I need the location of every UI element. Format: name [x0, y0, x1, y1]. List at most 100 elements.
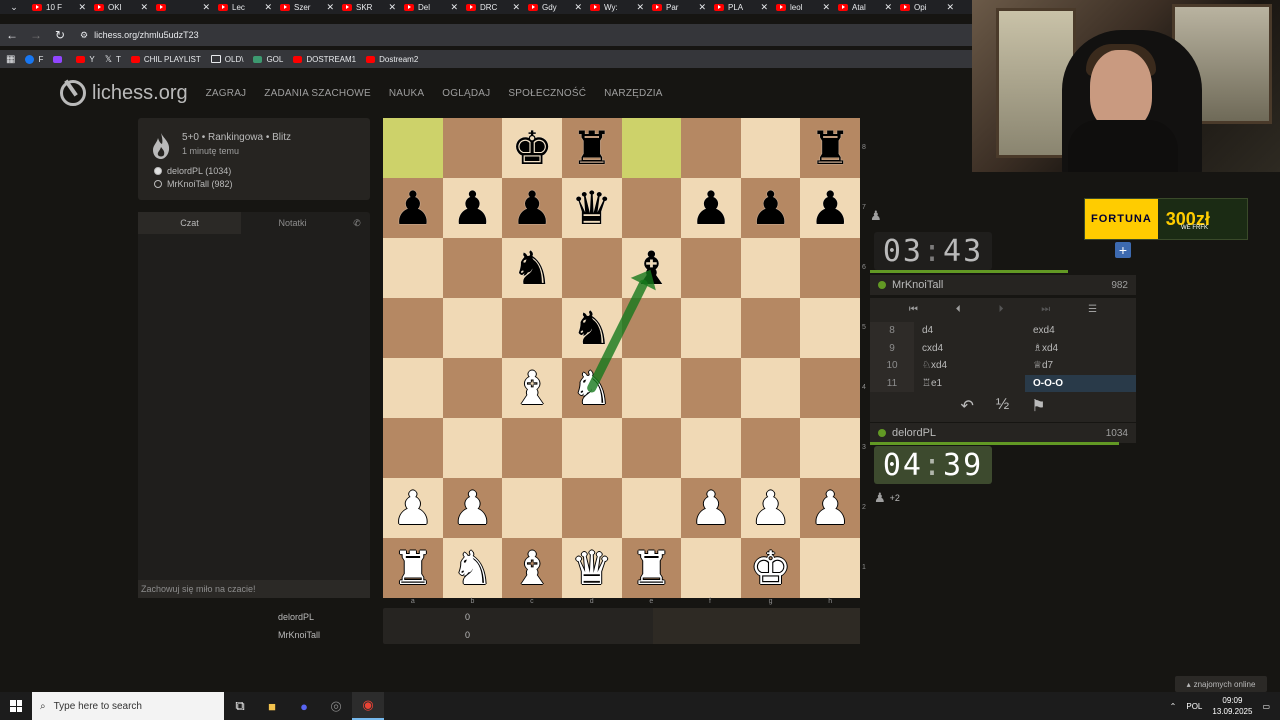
- square-b8[interactable]: [442, 118, 503, 178]
- black-bishop-piece[interactable]: ♝: [631, 245, 672, 291]
- square-e7[interactable]: [621, 178, 682, 238]
- square-b4[interactable]: [442, 358, 503, 418]
- browser-tab[interactable]: Par ✕: [648, 0, 710, 14]
- tray-chevron-icon[interactable]: ⌃: [1170, 702, 1177, 711]
- black-knight-piece[interactable]: ♞: [511, 245, 552, 291]
- black-rook-piece[interactable]: ♜: [810, 125, 851, 171]
- square-f3[interactable]: [681, 418, 741, 478]
- language-indicator[interactable]: POL: [1186, 702, 1202, 711]
- black-pawn-piece[interactable]: ♟: [392, 185, 433, 231]
- nav-tools[interactable]: NARZĘDZIA: [604, 88, 662, 99]
- square-f4[interactable]: [681, 358, 741, 418]
- black-rook-piece[interactable]: ♜: [571, 125, 612, 171]
- browser-tab[interactable]: SKR ✕: [338, 0, 400, 14]
- last-move-icon[interactable]: ⏭: [1041, 304, 1050, 315]
- square-f7[interactable]: ♟: [681, 178, 741, 238]
- close-tab-icon[interactable]: ✕: [822, 2, 830, 13]
- site-info-icon[interactable]: ⚙: [80, 30, 88, 41]
- plus-icon[interactable]: +: [1115, 242, 1131, 258]
- white-move[interactable]: ♘xd4: [914, 357, 1025, 375]
- black-pawn-piece[interactable]: ♟: [810, 185, 851, 231]
- close-tab-icon[interactable]: ✕: [140, 2, 148, 13]
- tab-list-icon[interactable]: ⌄: [0, 2, 28, 13]
- square-d5[interactable]: ♞: [561, 298, 622, 358]
- menu-icon[interactable]: ☰: [1088, 304, 1097, 315]
- chess-board[interactable]: ♚ ♜ ♜ ♟ ♟ ♟ ♛ ♟ ♟ ♟ ♞ ♝ ♞ ♝ ♞ ♟ ♟ ♟ ♟ ♟ ♜ ♞ ♝ ♛ ♜ ♚: [383, 118, 860, 598]
- square-a4[interactable]: [383, 358, 443, 418]
- square-c5[interactable]: [502, 298, 562, 358]
- square-h8[interactable]: ♜: [800, 118, 860, 178]
- square-c2[interactable]: [502, 478, 562, 538]
- white-rook-piece[interactable]: ♜: [631, 545, 672, 591]
- friends-online-button[interactable]: ▴ znajomych online: [1175, 676, 1267, 692]
- white-move[interactable]: ♖e1: [914, 375, 1025, 393]
- square-g2[interactable]: ♟: [740, 478, 801, 538]
- white-move[interactable]: cxd4: [914, 340, 1025, 358]
- draw-offer-icon[interactable]: ½: [996, 396, 1009, 416]
- black-player-info[interactable]: MrKnoiTall (982): [154, 179, 358, 189]
- white-queen-piece[interactable]: ♛: [571, 545, 612, 591]
- takeback-icon[interactable]: ↶: [960, 396, 973, 416]
- browser-tab[interactable]: Del ✕: [400, 0, 462, 14]
- square-a5[interactable]: [383, 298, 443, 358]
- square-g8[interactable]: [740, 118, 801, 178]
- square-g4[interactable]: [740, 358, 801, 418]
- black-move[interactable]: exd4: [1025, 322, 1136, 340]
- white-move[interactable]: d4: [914, 322, 1025, 340]
- black-king-piece[interactable]: ♚: [511, 125, 552, 171]
- resign-flag-icon[interactable]: ⚑: [1031, 396, 1045, 416]
- black-pawn-piece[interactable]: ♟: [750, 185, 791, 231]
- white-rook-piece[interactable]: ♜: [392, 545, 433, 591]
- bookmark-twitch[interactable]: [53, 55, 66, 63]
- white-knight-piece[interactable]: ♞: [571, 365, 612, 411]
- task-view-icon[interactable]: ⧉: [224, 692, 256, 720]
- bookmark-dostream1[interactable]: DOSTREAM1: [293, 55, 356, 64]
- next-move-icon[interactable]: ⏵: [998, 304, 1003, 315]
- browser-tab[interactable]: PLA ✕: [710, 0, 772, 14]
- first-move-icon[interactable]: ⏮: [909, 304, 918, 315]
- square-f6[interactable]: [681, 238, 741, 298]
- square-f1[interactable]: [681, 538, 741, 598]
- back-icon[interactable]: ←: [0, 28, 24, 42]
- white-bishop-piece[interactable]: ♝: [511, 365, 552, 411]
- own-player-row[interactable]: delordPL 1034: [870, 423, 1136, 443]
- square-h6[interactable]: [800, 238, 860, 298]
- browser-tab[interactable]: Atal ✕: [834, 0, 896, 14]
- square-a1[interactable]: ♜: [383, 538, 443, 598]
- bookmark-facebook[interactable]: F: [25, 54, 43, 64]
- square-b5[interactable]: [442, 298, 503, 358]
- close-tab-icon[interactable]: ✕: [946, 2, 954, 13]
- white-pawn-piece[interactable]: ♟: [750, 485, 791, 531]
- taskbar-search[interactable]: ⌕ Type here to search: [32, 692, 224, 720]
- close-tab-icon[interactable]: ✕: [698, 2, 706, 13]
- app-icon-1[interactable]: ●: [288, 692, 320, 720]
- site-logo[interactable]: lichess.org: [60, 80, 188, 106]
- close-tab-icon[interactable]: ✕: [78, 2, 86, 13]
- prev-move-icon[interactable]: ⏴: [956, 304, 961, 315]
- white-knight-piece[interactable]: ♞: [452, 545, 493, 591]
- square-a7[interactable]: ♟: [383, 178, 443, 238]
- nav-community[interactable]: SPOŁECZNOŚĆ: [508, 88, 586, 99]
- white-pawn-piece[interactable]: ♟: [452, 485, 493, 531]
- square-e1[interactable]: ♜: [621, 538, 682, 598]
- bookmark-youtube[interactable]: Y: [76, 55, 95, 64]
- square-h4[interactable]: [800, 358, 860, 418]
- nav-puzzles[interactable]: ZADANIA SZACHOWE: [264, 88, 371, 99]
- square-f5[interactable]: [681, 298, 741, 358]
- notification-icon[interactable]: ▭: [1262, 702, 1270, 711]
- white-bishop-piece[interactable]: ♝: [511, 545, 552, 591]
- bookmark-x[interactable]: 𝕏T: [105, 54, 121, 65]
- browser-tab[interactable]: Opi ✕: [896, 0, 958, 14]
- reload-icon[interactable]: ↻: [48, 28, 72, 42]
- bookmark-chil-playlist[interactable]: CHIL PLAYLIST: [130, 55, 201, 64]
- black-queen-piece[interactable]: ♛: [571, 185, 612, 231]
- close-tab-icon[interactable]: ✕: [326, 2, 334, 13]
- tab-chat[interactable]: Czat: [138, 212, 241, 234]
- close-tab-icon[interactable]: ✕: [264, 2, 272, 13]
- browser-tab[interactable]: 10 F ✕: [28, 0, 90, 14]
- white-player-info[interactable]: delordPL (1034): [154, 166, 358, 176]
- square-a8[interactable]: [383, 118, 443, 178]
- tab-notes[interactable]: Notatki: [241, 212, 344, 234]
- url-field[interactable]: ⚙ lichess.org/zhmlu5udzT23: [80, 30, 199, 41]
- square-e4[interactable]: [621, 358, 682, 418]
